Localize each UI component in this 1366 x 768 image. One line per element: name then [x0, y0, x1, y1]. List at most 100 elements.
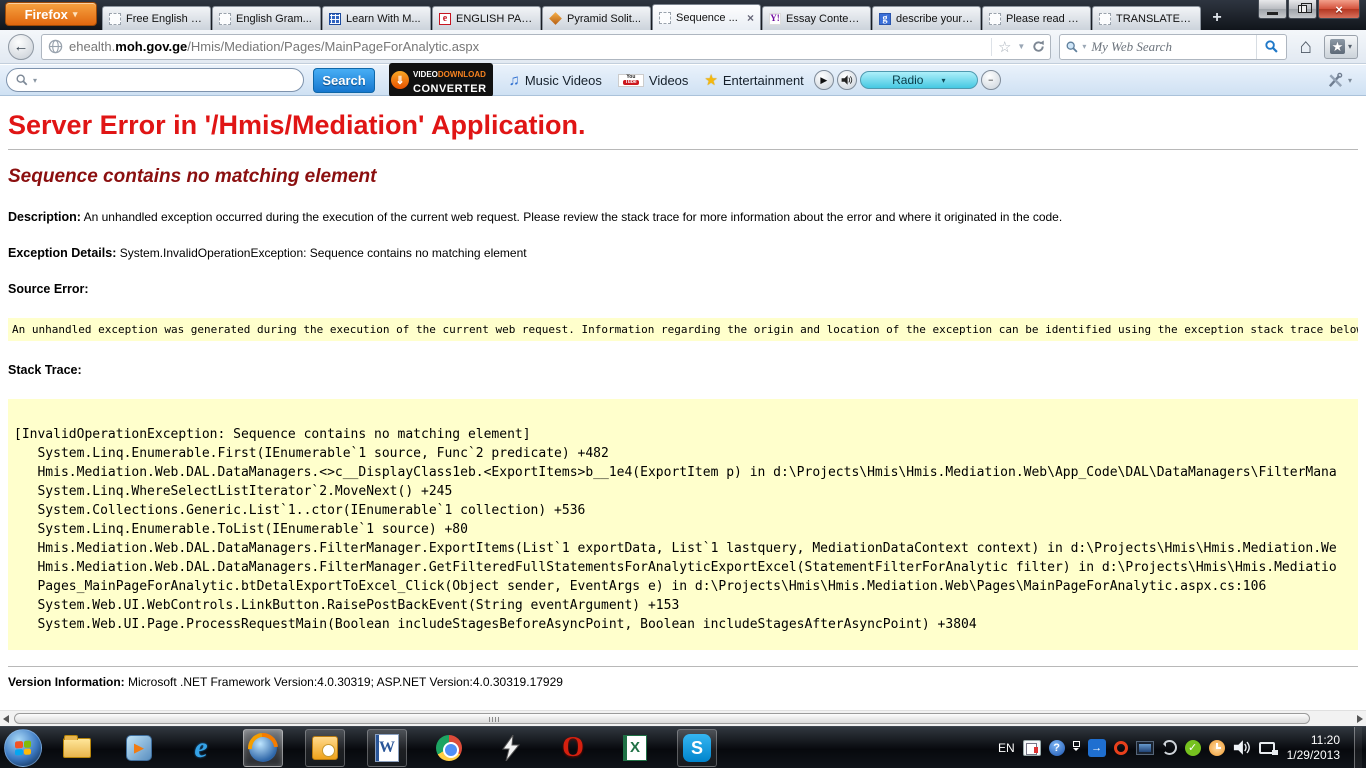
- music-videos-link[interactable]: ♫ Music Videos: [509, 72, 602, 89]
- scroll-right-icon[interactable]: [1357, 715, 1363, 723]
- video-download-converter-logo[interactable]: ⇓ VIDEODOWNLOAD CONVERTER: [389, 63, 493, 97]
- tab-label: describe your ...: [896, 13, 974, 25]
- bookmarks-star-icon: ★: [1330, 39, 1345, 54]
- media-player-icon: ▶: [126, 735, 152, 761]
- taskbar-firefox-button[interactable]: [243, 729, 283, 767]
- firefox-icon: [249, 734, 277, 762]
- description-label: Description:: [8, 210, 81, 224]
- windows-flag-icon: [15, 740, 31, 755]
- taskbar-explorer-button[interactable]: [57, 729, 97, 767]
- display-tray-icon[interactable]: [1136, 741, 1154, 755]
- search-icon: [15, 73, 29, 87]
- tab-learn-with-m[interactable]: Learn With M...: [322, 6, 431, 30]
- sync-share-tray-icon[interactable]: →: [1088, 739, 1106, 757]
- show-desktop-button[interactable]: [1354, 727, 1362, 768]
- close-tab-icon[interactable]: ×: [747, 11, 754, 25]
- opera-tray-icon[interactable]: [1114, 741, 1128, 755]
- radio-select[interactable]: Radio ▾: [860, 71, 978, 89]
- logo-download-text: DOWNLOAD: [438, 70, 486, 79]
- web-search-box[interactable]: ▾: [1059, 34, 1287, 60]
- bookmark-star-icon[interactable]: ☆: [998, 38, 1011, 56]
- description-line: Description: An unhandled exception occu…: [8, 210, 1358, 224]
- toolbar-settings-button[interactable]: ▾: [1327, 72, 1360, 89]
- toolbar-search-input[interactable]: ▾: [6, 68, 304, 92]
- scroll-left-icon[interactable]: [3, 715, 9, 723]
- taskbar-ie-button[interactable]: e: [181, 729, 221, 767]
- tab-translate-g[interactable]: TRANSLATE.G...: [1092, 6, 1201, 30]
- taskbar-outlook-button[interactable]: [305, 729, 345, 767]
- taskbar-media-player-button[interactable]: ▶: [119, 729, 159, 767]
- folder-icon: [63, 738, 91, 758]
- address-bar[interactable]: ehealth.moh.gov.ge/Hmis/Mediation/Pages/…: [41, 34, 1051, 60]
- minimize-icon: [1267, 12, 1278, 15]
- toolbar-search-button[interactable]: Search: [313, 68, 375, 93]
- new-tab-button[interactable]: +: [1205, 8, 1229, 28]
- taskbar-winamp-button[interactable]: [491, 729, 531, 767]
- scrollbar-thumb[interactable]: [14, 713, 1310, 724]
- help-icon[interactable]: ?: [1049, 740, 1065, 756]
- restore-button[interactable]: [1288, 0, 1317, 19]
- system-tray: EN ? → ✓ 11:20 1/29/2013: [998, 727, 1366, 768]
- taskbar-clock[interactable]: 11:20 1/29/2013: [1287, 733, 1340, 763]
- back-button[interactable]: ←: [8, 34, 34, 60]
- search-go-button[interactable]: [1256, 35, 1286, 59]
- back-arrow-icon: ←: [14, 38, 29, 55]
- show-hidden-icons-button[interactable]: [1073, 741, 1080, 754]
- reminder-tray-icon[interactable]: [1209, 740, 1225, 756]
- videos-link[interactable]: You Tube Videos: [618, 73, 689, 88]
- update-tray-icon[interactable]: [1162, 740, 1177, 755]
- volume-tray-icon[interactable]: [1233, 740, 1251, 755]
- entertainment-link[interactable]: ★ Entertainment: [704, 71, 803, 89]
- navigation-toolbar: ← ehealth.moh.gov.ge/Hmis/Mediation/Page…: [0, 30, 1366, 64]
- tab-sequence-active[interactable]: Sequence ... ×: [652, 4, 761, 30]
- taskbar-apps: ▶ e W O X S: [57, 729, 717, 767]
- home-button[interactable]: ⌂: [1299, 37, 1312, 57]
- exception-text: System.InvalidOperationException: Sequen…: [116, 246, 526, 260]
- tab-english-grammar[interactable]: English Gram...: [212, 6, 321, 30]
- url-dropdown-icon[interactable]: ▼: [1017, 42, 1025, 51]
- music-videos-label: Music Videos: [525, 73, 602, 88]
- minimize-button[interactable]: [1258, 0, 1287, 19]
- reload-icon[interactable]: [1031, 39, 1046, 54]
- tab-english-page[interactable]: e ENGLISH PAG...: [432, 6, 541, 30]
- taskbar-opera-button[interactable]: O: [553, 729, 593, 767]
- search-input[interactable]: [1089, 38, 1256, 56]
- urlbar-tools: ☆ ▼: [991, 38, 1046, 56]
- taskbar-excel-button[interactable]: X: [615, 729, 655, 767]
- bookmarks-button[interactable]: ★ ▾: [1324, 35, 1358, 59]
- tab-label: Learn With M...: [346, 13, 424, 25]
- horizontal-scrollbar[interactable]: [0, 710, 1366, 726]
- close-button[interactable]: ×: [1318, 0, 1360, 19]
- addon-toolbar: ▾ Search ⇓ VIDEODOWNLOAD CONVERTER ♫ Mus…: [0, 65, 1366, 96]
- internet-explorer-icon: e: [194, 734, 207, 762]
- tab-pyramid-solitaire[interactable]: Pyramid Solit...: [542, 6, 651, 30]
- language-indicator[interactable]: EN: [998, 741, 1015, 755]
- tab-free-english[interactable]: Free English g...: [102, 6, 211, 30]
- play-button[interactable]: ▶: [814, 70, 834, 90]
- tab-describe-your[interactable]: g describe your ...: [872, 6, 981, 30]
- page-content: Server Error in '/Hmis/Mediation' Applic…: [0, 96, 1366, 710]
- search-engine-dropdown-icon[interactable]: ▾: [1082, 42, 1086, 51]
- google-favicon-icon: g: [879, 13, 891, 25]
- network-tray-icon[interactable]: [1259, 742, 1275, 754]
- tab-please-read[interactable]: Please read m...: [982, 6, 1091, 30]
- taskbar-skype-button[interactable]: S: [677, 729, 717, 767]
- videos-label: Videos: [649, 73, 689, 88]
- start-button[interactable]: [4, 729, 42, 767]
- error-subtitle: Sequence contains no matching element: [8, 166, 1358, 188]
- minimize-player-button[interactable]: −: [981, 70, 1001, 90]
- winamp-lightning-icon: [500, 735, 522, 761]
- word-icon: W: [375, 734, 399, 762]
- taskbar-word-button[interactable]: W: [367, 729, 407, 767]
- status-online-tray-icon[interactable]: ✓: [1185, 740, 1201, 756]
- chevron-down-icon: ▾: [1348, 76, 1352, 85]
- url-domain: moh.gov.ge: [115, 39, 187, 54]
- diamond-favicon-icon: [549, 12, 562, 25]
- placeholder-favicon-icon: [659, 12, 671, 24]
- exception-label: Exception Details:: [8, 246, 116, 260]
- volume-button[interactable]: [837, 70, 857, 90]
- taskbar-chrome-button[interactable]: [429, 729, 469, 767]
- tab-essay-contest[interactable]: Y! Essay Contest ...: [762, 6, 871, 30]
- keyboard-layout-icon[interactable]: [1023, 740, 1041, 756]
- firefox-menu-button[interactable]: Firefox ▾: [5, 2, 97, 26]
